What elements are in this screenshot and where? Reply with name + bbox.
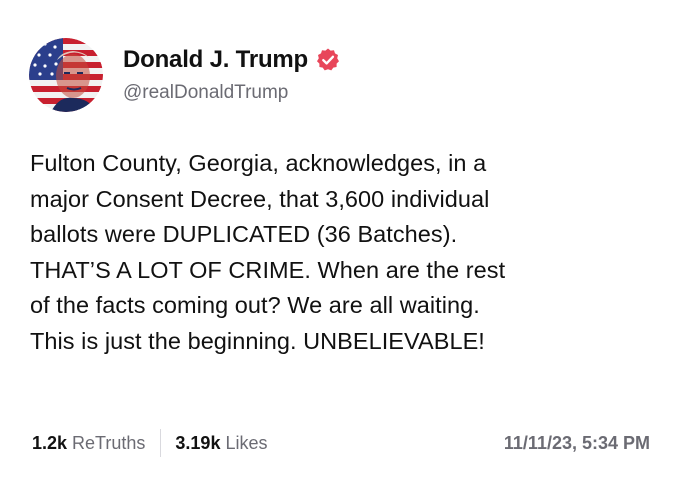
author-row: Donald J. Trump <box>123 44 341 76</box>
post-stats: 1.2k ReTruths 3.19k Likes <box>32 429 267 457</box>
retruths-label: ReTruths <box>72 432 146 453</box>
likes-label: Likes <box>225 432 268 453</box>
post-text: Fulton County, Georgia, acknowledges, in… <box>30 146 660 359</box>
retruths-stat[interactable]: 1.2k ReTruths <box>32 433 145 454</box>
post-text-line: of the facts coming out? We are all wait… <box>30 292 480 318</box>
retruths-count: 1.2k <box>32 432 68 453</box>
post-timestamp[interactable]: 11/11/23, 5:34 PM <box>504 429 650 457</box>
author-name[interactable]: Donald J. Trump <box>123 46 308 74</box>
post-text-line: THAT’S A LOT OF CRIME. When are the rest <box>30 256 506 283</box>
likes-stat[interactable]: 3.19k Likes <box>175 433 267 454</box>
stats-divider <box>160 429 162 457</box>
author-handle[interactable]: @realDonaldTrump <box>123 82 288 104</box>
post-text-line: major Consent Decree, that 3,600 individ… <box>30 185 490 212</box>
avatar-image <box>29 38 103 112</box>
post-text-line: Fulton County, Georgia, acknowledges, in… <box>30 150 487 176</box>
post-text-line: This is just the beginning. UNBELIEVABLE… <box>30 327 485 354</box>
verified-badge-icon <box>315 47 341 73</box>
avatar[interactable] <box>29 38 103 112</box>
post-text-line: ballots were DUPLICATED (36 Batches). <box>30 221 458 247</box>
post-card: Donald J. Trump @realDonaldTrump Fulton … <box>0 0 680 482</box>
likes-count: 3.19k <box>175 432 221 453</box>
